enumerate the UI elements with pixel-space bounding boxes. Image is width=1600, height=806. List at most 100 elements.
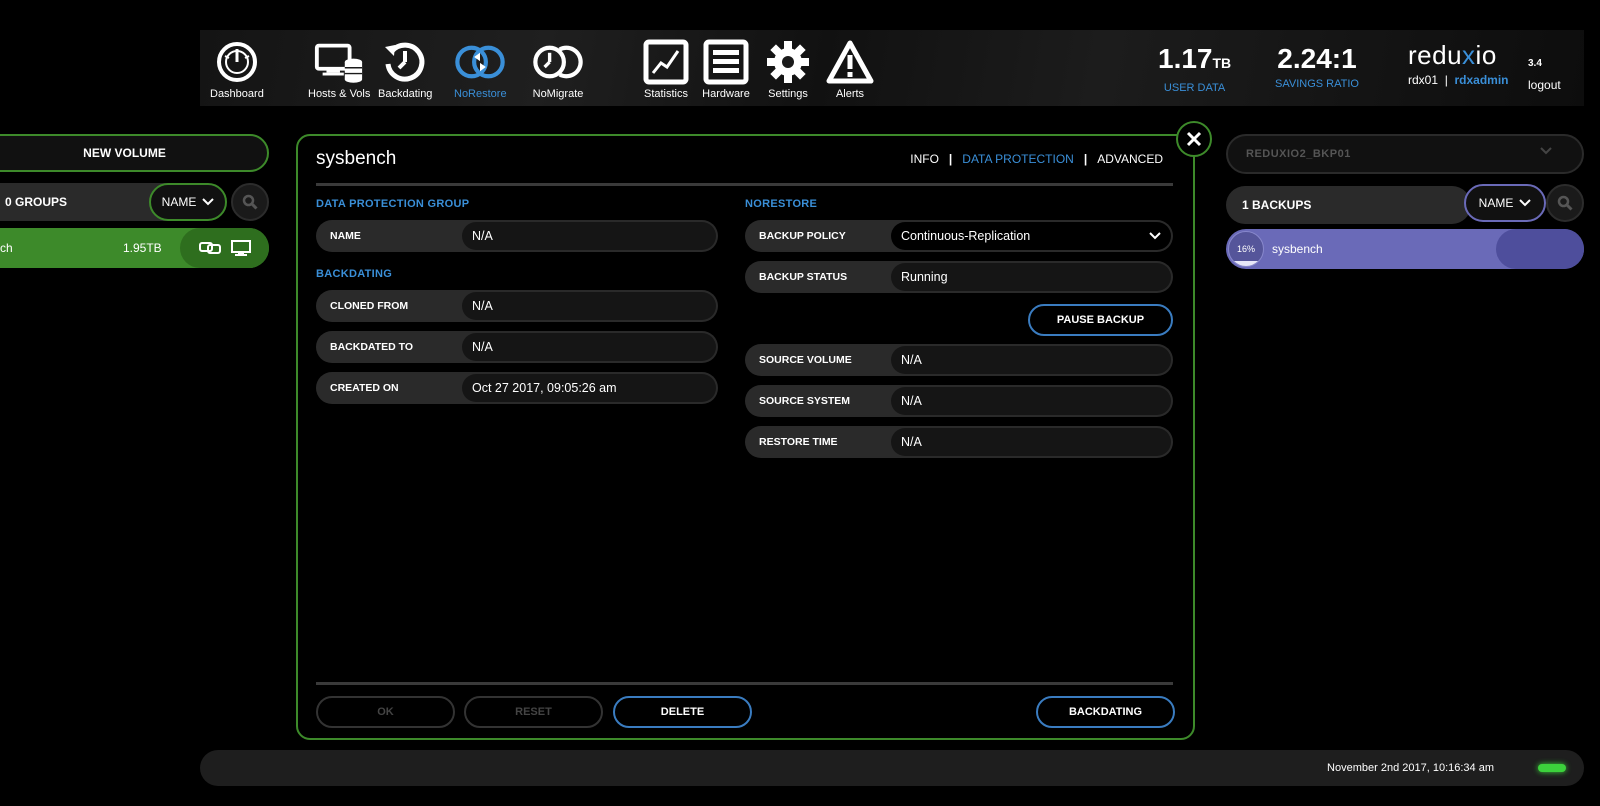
reset-button[interactable]: RESET bbox=[464, 696, 603, 728]
reduxio-logo: reduxio bbox=[1408, 40, 1497, 70]
volume-details-modal: sysbench INFO | DATA PROTECTION | ADVANC… bbox=[296, 134, 1195, 740]
close-modal-button[interactable] bbox=[1176, 121, 1212, 157]
backdating-button[interactable]: BACKDATING bbox=[1036, 696, 1175, 728]
settings-gear-icon bbox=[762, 38, 814, 86]
field-label: NAME bbox=[330, 230, 361, 242]
ok-button[interactable]: OK bbox=[316, 696, 455, 728]
nav-alerts[interactable]: Alerts bbox=[824, 38, 876, 100]
header-divider bbox=[316, 183, 1173, 186]
backup-policy-field: BACKUP POLICY Continuous-Replication bbox=[745, 220, 1173, 252]
left-sort-dropdown[interactable]: NAME bbox=[149, 183, 227, 221]
logout-link[interactable]: logout bbox=[1528, 78, 1561, 92]
dashboard-gauge-icon bbox=[211, 38, 263, 86]
nav-label: Alerts bbox=[835, 88, 865, 100]
backup-name: sysbench bbox=[1272, 242, 1323, 256]
backup-progress-indicator: 16% bbox=[1228, 231, 1264, 267]
chevron-down-icon bbox=[1149, 222, 1161, 250]
norestore-icon bbox=[454, 38, 506, 86]
field-value: N/A bbox=[462, 292, 716, 320]
field-value: Oct 27 2017, 09:05:26 am bbox=[462, 374, 716, 402]
sort-label: NAME bbox=[161, 195, 197, 209]
user-data-stat: 1.17TB USER DATA bbox=[1158, 44, 1232, 95]
field-value: N/A bbox=[462, 333, 716, 361]
nav-label: NoMigrate bbox=[532, 88, 584, 100]
search-icon bbox=[242, 194, 258, 210]
backup-policy-select[interactable]: Continuous-Replication bbox=[891, 222, 1171, 250]
backup-progress-label: 16% bbox=[1236, 244, 1255, 254]
backup-status-field: BACKUP STATUS Running bbox=[745, 261, 1173, 293]
username-link[interactable]: rdxadmin bbox=[1455, 73, 1509, 87]
tab-separator: | bbox=[948, 152, 953, 166]
search-icon bbox=[1557, 195, 1573, 211]
volume-row[interactable]: ch 1.95TB bbox=[0, 228, 269, 268]
tab-separator: | bbox=[1083, 152, 1088, 166]
alerts-warning-icon bbox=[824, 38, 876, 86]
hardware-icon bbox=[700, 38, 752, 86]
field-label: BACKDATED TO bbox=[330, 341, 414, 353]
user-data-caption: USER DATA bbox=[1163, 82, 1226, 94]
nav-hardware[interactable]: Hardware bbox=[700, 38, 752, 100]
statistics-chart-icon bbox=[640, 38, 692, 86]
backdated-to-field: BACKDATED TO N/A bbox=[316, 331, 718, 363]
host-monitor-icon[interactable] bbox=[230, 240, 251, 256]
field-label: BACKUP STATUS bbox=[759, 271, 848, 283]
field-label: CREATED ON bbox=[330, 382, 399, 394]
pause-backup-button[interactable]: PAUSE BACKUP bbox=[1028, 304, 1173, 336]
nav-settings[interactable]: Settings bbox=[762, 38, 814, 100]
tab-advanced[interactable]: ADVANCED bbox=[1097, 152, 1163, 166]
nav-dashboard[interactable]: Dashboard bbox=[210, 38, 264, 100]
nav-label: Dashboard bbox=[210, 88, 264, 100]
right-sort-dropdown[interactable]: NAME bbox=[1464, 184, 1546, 222]
nav-label: Backdating bbox=[378, 88, 433, 100]
field-value: N/A bbox=[891, 387, 1171, 415]
delete-button[interactable]: DELETE bbox=[613, 696, 752, 728]
field-label: RESTORE TIME bbox=[759, 436, 838, 448]
backup-row-action-area bbox=[1496, 229, 1584, 269]
footer-divider bbox=[316, 682, 1173, 685]
link-icon[interactable] bbox=[198, 242, 221, 254]
nomigrate-icon bbox=[532, 38, 584, 86]
field-label: SOURCE VOLUME bbox=[759, 354, 852, 366]
volume-name: ch bbox=[0, 241, 13, 255]
right-search-button[interactable] bbox=[1546, 184, 1584, 222]
tab-data-protection[interactable]: DATA PROTECTION bbox=[962, 152, 1074, 166]
nav-label: NoRestore bbox=[454, 88, 507, 100]
user-data-unit: TB bbox=[1212, 55, 1232, 71]
savings-ratio-caption: SAVINGS RATIO bbox=[1275, 78, 1359, 90]
chevron-down-icon bbox=[202, 198, 215, 206]
field-value: N/A bbox=[462, 222, 716, 250]
volume-size: 1.95TB bbox=[123, 241, 162, 255]
backup-progress-fill bbox=[1229, 260, 1263, 266]
left-search-button[interactable] bbox=[231, 183, 269, 221]
backup-row[interactable]: 16% sysbench bbox=[1226, 229, 1584, 269]
backup-system-value: REDUXIO2_BKP01 bbox=[1246, 148, 1351, 160]
savings-ratio-stat: 2.24:1 SAVINGS RATIO bbox=[1275, 44, 1359, 91]
nav-label: Settings bbox=[768, 88, 808, 100]
created-on-field: CREATED ON Oct 27 2017, 09:05:26 am bbox=[316, 372, 718, 404]
dpg-name-field: NAME N/A bbox=[316, 220, 718, 252]
field-value: N/A bbox=[891, 346, 1171, 374]
brand-block: reduxio 3.4 rdx01 | rdxadmin logout bbox=[1408, 40, 1578, 92]
field-label: SOURCE SYSTEM bbox=[759, 395, 851, 407]
norestore-heading: NORESTORE bbox=[745, 198, 818, 210]
nav-backdating[interactable]: Backdating bbox=[378, 38, 432, 100]
backup-policy-value: Continuous-Replication bbox=[901, 229, 1031, 243]
source-volume-field: SOURCE VOLUME N/A bbox=[745, 344, 1173, 376]
nav-label: Statistics bbox=[643, 88, 688, 100]
backups-count: 1 BACKUPS bbox=[1226, 186, 1471, 224]
user-separator: | bbox=[1444, 73, 1448, 87]
new-volume-button[interactable]: NEW VOLUME bbox=[0, 134, 269, 172]
nav-norestore[interactable]: NoRestore bbox=[454, 38, 507, 100]
nav-nomigrate[interactable]: NoMigrate bbox=[532, 38, 584, 100]
backdating-clock-icon bbox=[379, 38, 431, 86]
backup-system-select[interactable]: REDUXIO2_BKP01 bbox=[1226, 134, 1584, 174]
nav-label: Hardware bbox=[702, 88, 750, 100]
nav-hosts-vols[interactable]: Hosts & Vols bbox=[308, 38, 370, 100]
source-system-field: SOURCE SYSTEM N/A bbox=[745, 385, 1173, 417]
volume-row-actions bbox=[180, 228, 269, 268]
nav-label: Hosts & Vols bbox=[308, 88, 371, 100]
chevron-down-icon bbox=[1519, 199, 1532, 207]
tab-info[interactable]: INFO bbox=[910, 152, 939, 166]
nav-statistics[interactable]: Statistics bbox=[640, 38, 692, 100]
field-label: CLONED FROM bbox=[330, 300, 409, 312]
